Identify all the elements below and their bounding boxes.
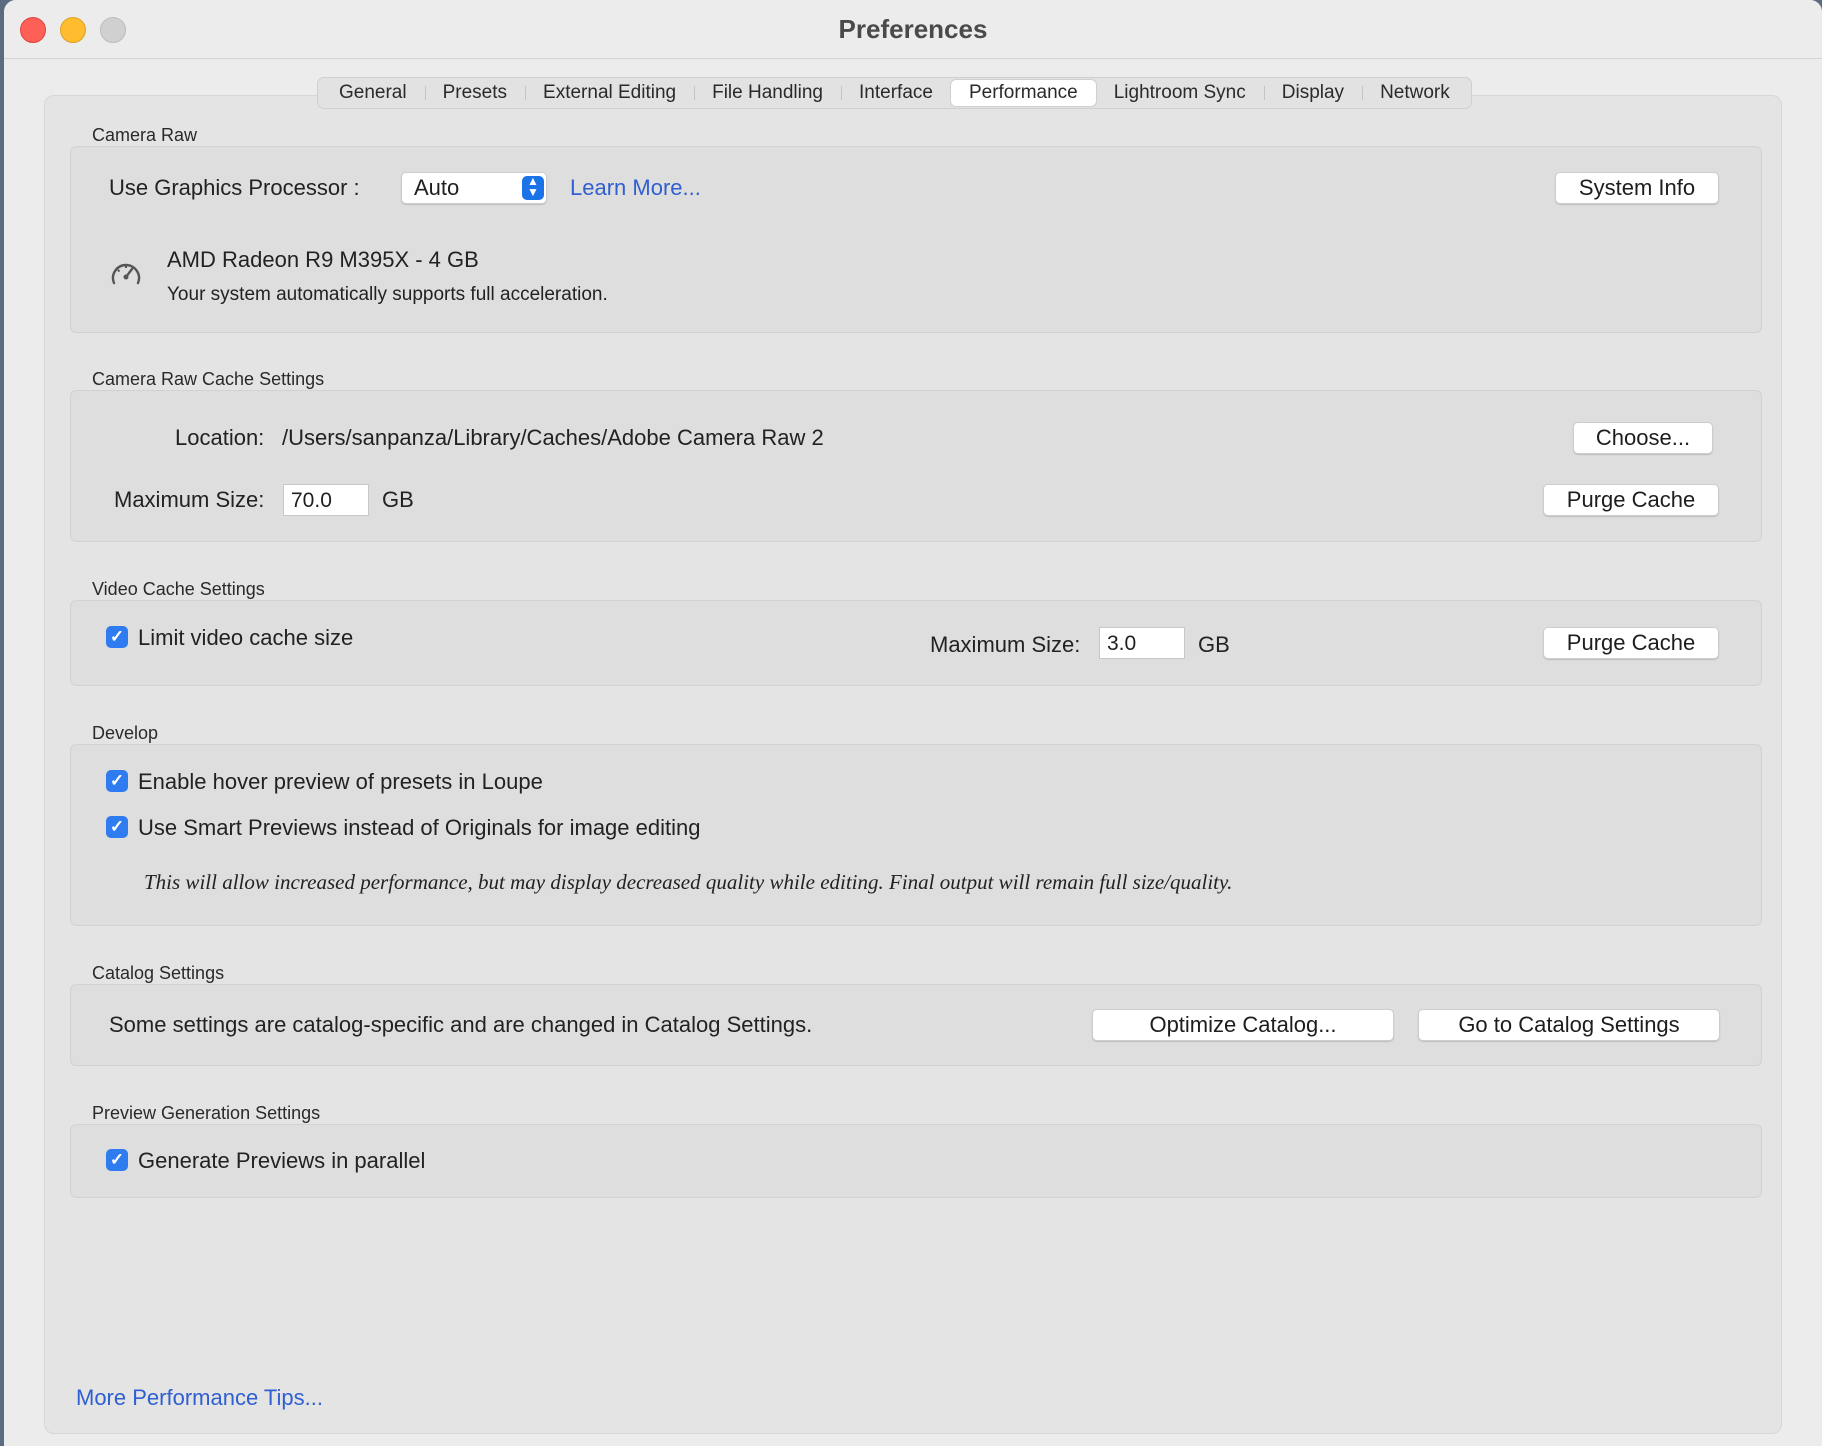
system-info-button[interactable]: System Info xyxy=(1555,172,1719,204)
camera-raw-section-title: Camera Raw xyxy=(92,125,198,145)
preferences-window: Preferences General Presets External Edi… xyxy=(4,0,1822,1446)
preview-section-title: Preview Generation Settings xyxy=(92,1103,321,1123)
limit-video-cache-checkbox[interactable]: ✓ xyxy=(106,626,128,648)
develop-section-title: Develop xyxy=(92,723,159,743)
smart-previews-checkbox[interactable]: ✓ xyxy=(106,816,128,838)
tab-presets[interactable]: Presets xyxy=(424,80,525,106)
parallel-previews-label: Generate Previews in parallel xyxy=(138,1148,426,1173)
chevron-up-down-icon: ▲ ▼ xyxy=(522,175,544,200)
catalog-group: Some settings are catalog-specific and a… xyxy=(70,984,1762,1066)
video-max-size-field[interactable]: 3.0 xyxy=(1099,627,1185,659)
raw-purge-cache-button[interactable]: Purge Cache xyxy=(1543,484,1719,516)
optimize-catalog-button[interactable]: Optimize Catalog... xyxy=(1092,1009,1394,1041)
video-size-unit: GB xyxy=(1198,632,1230,657)
tab-performance[interactable]: Performance xyxy=(950,80,1096,106)
tab-general[interactable]: General xyxy=(321,80,425,106)
gpu-status: Your system automatically supports full … xyxy=(167,284,608,305)
go-to-catalog-settings-button[interactable]: Go to Catalog Settings xyxy=(1418,1009,1720,1041)
hover-preview-checkbox[interactable]: ✓ xyxy=(106,770,128,792)
video-cache-section-title: Video Cache Settings xyxy=(92,579,265,599)
more-performance-tips-link[interactable]: More Performance Tips... xyxy=(76,1385,323,1411)
limit-video-cache-label: Limit video cache size xyxy=(138,625,354,650)
raw-max-size-field[interactable]: 70.0 xyxy=(283,484,369,516)
raw-size-unit: GB xyxy=(382,487,414,512)
tab-external-editing[interactable]: External Editing xyxy=(525,80,694,106)
raw-max-size-label: Maximum Size: xyxy=(114,487,265,512)
tab-lightroom-sync[interactable]: Lightroom Sync xyxy=(1096,80,1264,106)
catalog-section-title: Catalog Settings xyxy=(92,963,225,983)
gpu-select[interactable]: Auto ▲ ▼ xyxy=(401,172,547,204)
catalog-info-text: Some settings are catalog-specific and a… xyxy=(109,1012,813,1037)
smart-previews-note: This will allow increased performance, b… xyxy=(144,870,1233,894)
window-title: Preferences xyxy=(838,14,988,44)
hover-preview-label: Enable hover preview of presets in Loupe xyxy=(138,769,543,794)
tab-file-handling[interactable]: File Handling xyxy=(694,80,841,106)
title-bar: Preferences xyxy=(4,0,1822,59)
tab-bar: General Presets External Editing File Ha… xyxy=(317,77,1472,109)
preview-group: ✓ Generate Previews in parallel xyxy=(70,1124,1762,1198)
speedometer-icon xyxy=(109,257,143,291)
learn-more-link[interactable]: Learn More... xyxy=(570,175,701,201)
raw-cache-group: Location: /Users/sanpanza/Library/Caches… xyxy=(70,390,1762,542)
location-label: Location: xyxy=(175,425,265,450)
video-purge-cache-button[interactable]: Purge Cache xyxy=(1543,627,1719,659)
tab-interface[interactable]: Interface xyxy=(841,80,951,106)
location-value: /Users/sanpanza/Library/Caches/Adobe Cam… xyxy=(282,425,824,450)
smart-previews-label: Use Smart Previews instead of Originals … xyxy=(138,815,701,840)
gpu-label: Use Graphics Processor : xyxy=(109,175,360,200)
choose-button[interactable]: Choose... xyxy=(1573,422,1713,454)
parallel-previews-checkbox[interactable]: ✓ xyxy=(106,1149,128,1171)
gpu-name: AMD Radeon R9 M395X - 4 GB xyxy=(167,247,479,272)
tab-network[interactable]: Network xyxy=(1362,80,1468,106)
camera-raw-group: Use Graphics Processor : Auto ▲ ▼ Learn M… xyxy=(70,146,1762,333)
develop-group: ✓ Enable hover preview of presets in Lou… xyxy=(70,744,1762,926)
tab-display[interactable]: Display xyxy=(1263,80,1362,106)
gpu-select-value: Auto xyxy=(414,175,460,200)
raw-cache-section-title: Camera Raw Cache Settings xyxy=(92,369,325,389)
video-max-size-label: Maximum Size: xyxy=(930,632,1081,657)
video-cache-group: ✓ Limit video cache size Maximum Size: 3… xyxy=(70,600,1762,686)
